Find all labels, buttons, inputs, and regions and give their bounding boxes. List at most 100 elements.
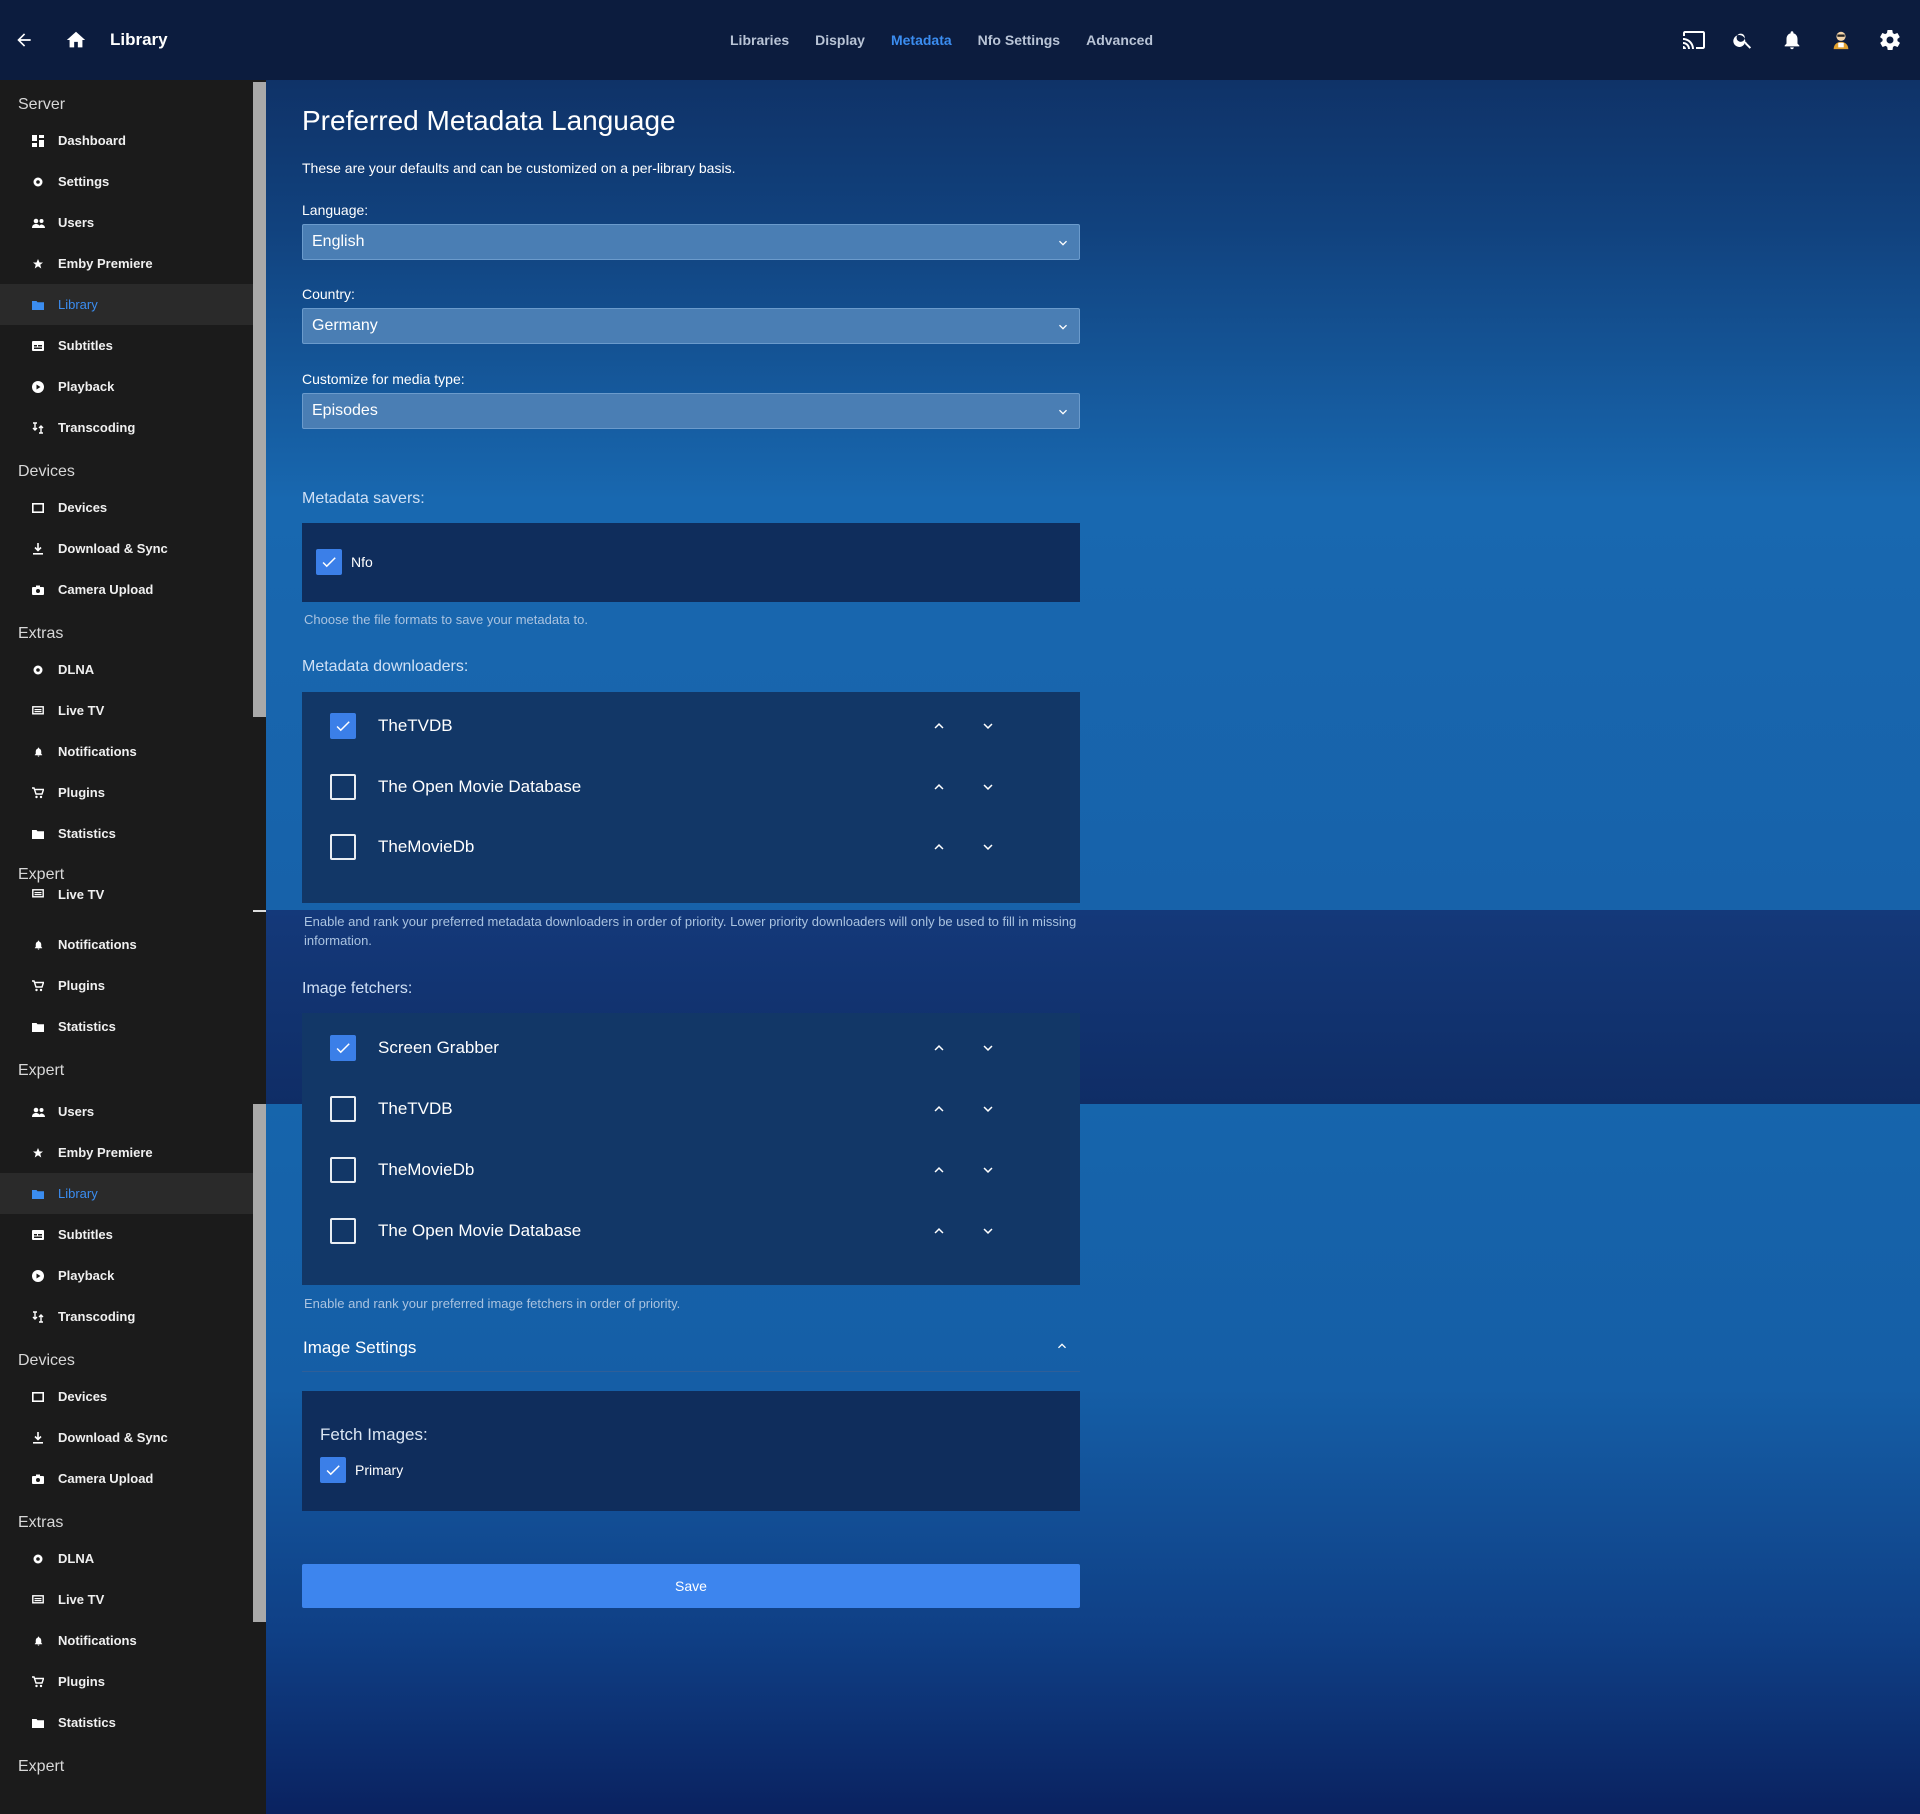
move-up-icon[interactable]	[924, 832, 954, 862]
sidebar-section-extras: Extras	[18, 625, 64, 642]
language-select[interactable]: English	[302, 224, 1080, 260]
sidebar-item-camera-upload[interactable]: Camera Upload	[0, 1458, 253, 1499]
downloader-checkbox[interactable]	[330, 713, 356, 739]
move-up-icon[interactable]	[924, 1216, 954, 1246]
sidebar-item-settings[interactable]: Settings	[0, 161, 253, 202]
sidebar-item-live-tv[interactable]: Live TV	[0, 883, 253, 905]
move-down-icon[interactable]	[973, 1155, 1003, 1185]
save-button[interactable]: Save	[302, 1564, 1080, 1608]
devices-icon	[31, 501, 45, 515]
downloader-checkbox[interactable]	[330, 834, 356, 860]
chevron-down-icon	[1055, 319, 1071, 340]
sidebar-scrollbar-thumb[interactable]	[253, 82, 266, 717]
gear-icon	[31, 1552, 45, 1566]
sidebar-item-plugins[interactable]: Plugins	[0, 965, 253, 1006]
sidebar-item-download-sync[interactable]: Download & Sync	[0, 528, 253, 569]
media-type-select[interactable]: Episodes	[302, 393, 1080, 429]
cast-icon[interactable]	[1673, 20, 1714, 60]
users-icon	[31, 1105, 45, 1119]
downloader-row: TheMovieDb	[302, 817, 1080, 877]
fetcher-checkbox[interactable]	[330, 1035, 356, 1061]
move-up-icon[interactable]	[924, 711, 954, 741]
sidebar-item-emby-premiere[interactable]: Emby Premiere	[0, 243, 253, 284]
sidebar-item-subtitles[interactable]: Subtitles	[0, 1214, 253, 1255]
folder-icon	[31, 1020, 45, 1034]
sidebar-scrollbar-thumb[interactable]	[253, 1104, 266, 1622]
tab-display[interactable]: Display	[815, 32, 865, 48]
sidebar-item-camera-upload[interactable]: Camera Upload	[0, 569, 253, 610]
sidebar-item-transcoding[interactable]: Transcoding	[0, 1296, 253, 1337]
sidebar-item-plugins[interactable]: Plugins	[0, 1661, 253, 1702]
sidebar-item-users[interactable]: Users	[0, 1091, 253, 1132]
image-fetchers-help: Enable and rank your preferred image fet…	[304, 1296, 681, 1311]
move-down-icon[interactable]	[973, 1033, 1003, 1063]
sidebar-item-subtitles[interactable]: Subtitles	[0, 325, 253, 366]
move-down-icon[interactable]	[973, 1094, 1003, 1124]
sidebar-item-notifications[interactable]: Notifications	[0, 924, 253, 965]
image-fetchers-panel: Screen Grabber TheTVDB TheMovieDb The Op…	[302, 1013, 1080, 1285]
move-up-icon[interactable]	[924, 1033, 954, 1063]
primary-checkbox[interactable]	[320, 1457, 346, 1483]
sidebar-item-live-tv[interactable]: Live TV	[0, 1579, 253, 1620]
metadata-savers-panel: Nfo	[302, 523, 1080, 602]
metadata-savers-help: Choose the file formats to save your met…	[304, 612, 588, 627]
move-up-icon[interactable]	[924, 772, 954, 802]
saver-row-nfo[interactable]: Nfo	[316, 549, 373, 575]
fetch-image-row-primary[interactable]: Primary	[320, 1457, 403, 1483]
nfo-label: Nfo	[351, 554, 373, 570]
sidebar-item-live-tv[interactable]: Live TV	[0, 690, 253, 731]
chevron-up-icon[interactable]	[1054, 1338, 1070, 1359]
country-select[interactable]: Germany	[302, 308, 1080, 344]
move-up-icon[interactable]	[924, 1094, 954, 1124]
sidebar-item-download-sync[interactable]: Download & Sync	[0, 1417, 253, 1458]
sidebar-item-dashboard[interactable]: Dashboard	[0, 120, 253, 161]
sidebar-item-library[interactable]: Library	[0, 284, 253, 325]
sidebar-item-plugins[interactable]: Plugins	[0, 772, 253, 813]
downloader-checkbox[interactable]	[330, 774, 356, 800]
back-arrow-icon[interactable]	[4, 20, 44, 60]
sidebar-item-dlna[interactable]: DLNA	[0, 649, 253, 690]
sidebar-item-notifications[interactable]: Notifications	[0, 731, 253, 772]
fetcher-checkbox[interactable]	[330, 1157, 356, 1183]
sidebar-item-notifications[interactable]: Notifications	[0, 1620, 253, 1661]
nfo-checkbox[interactable]	[316, 549, 342, 575]
sidebar-item-emby-premiere[interactable]: Emby Premiere	[0, 1132, 253, 1173]
home-icon[interactable]	[56, 20, 96, 60]
downloader-name: TheTVDB	[378, 716, 453, 735]
fetcher-checkbox[interactable]	[330, 1096, 356, 1122]
tab-libraries[interactable]: Libraries	[730, 32, 789, 48]
sidebar-item-transcoding[interactable]: Transcoding	[0, 407, 253, 448]
search-icon[interactable]	[1722, 20, 1763, 60]
move-down-icon[interactable]	[973, 832, 1003, 862]
sidebar-item-statistics[interactable]: Statistics	[0, 1702, 253, 1743]
country-label: Country:	[302, 286, 355, 302]
sidebar-item-devices[interactable]: Devices	[0, 487, 253, 528]
gear-icon[interactable]	[1869, 20, 1910, 60]
tab-nfo-settings[interactable]: Nfo Settings	[978, 32, 1060, 48]
move-up-icon[interactable]	[924, 1155, 954, 1185]
sidebar-item-statistics[interactable]: Statistics	[0, 1006, 253, 1047]
sidebar-item-devices[interactable]: Devices	[0, 1376, 253, 1417]
tab-metadata[interactable]: Metadata	[891, 32, 952, 48]
image-settings-header[interactable]: Image Settings	[302, 1338, 1080, 1372]
move-down-icon[interactable]	[973, 772, 1003, 802]
fetch-images-label: Fetch Images:	[320, 1425, 428, 1444]
fetcher-checkbox[interactable]	[330, 1218, 356, 1244]
sidebar-item-dlna[interactable]: DLNA	[0, 1538, 253, 1579]
app-header: Library Libraries Display Metadata Nfo S…	[0, 0, 1920, 80]
sidebar-item-playback[interactable]: Playback	[0, 366, 253, 407]
sidebar-item-playback[interactable]: Playback	[0, 1255, 253, 1296]
download-icon	[31, 1431, 45, 1445]
sidebar-section-expert: Expert	[18, 1758, 65, 1775]
sidebar-item-library[interactable]: Library	[0, 1173, 253, 1214]
image-settings-panel: Fetch Images: Primary	[302, 1391, 1080, 1511]
avatar[interactable]	[1820, 20, 1861, 60]
move-down-icon[interactable]	[973, 711, 1003, 741]
sidebar-item-statistics[interactable]: Statistics	[0, 813, 253, 854]
move-down-icon[interactable]	[973, 1216, 1003, 1246]
transcode-icon	[31, 1310, 45, 1324]
tab-advanced[interactable]: Advanced	[1086, 32, 1153, 48]
primary-label: Primary	[355, 1462, 404, 1478]
bell-icon[interactable]	[1771, 20, 1812, 60]
sidebar-item-users[interactable]: Users	[0, 202, 253, 243]
